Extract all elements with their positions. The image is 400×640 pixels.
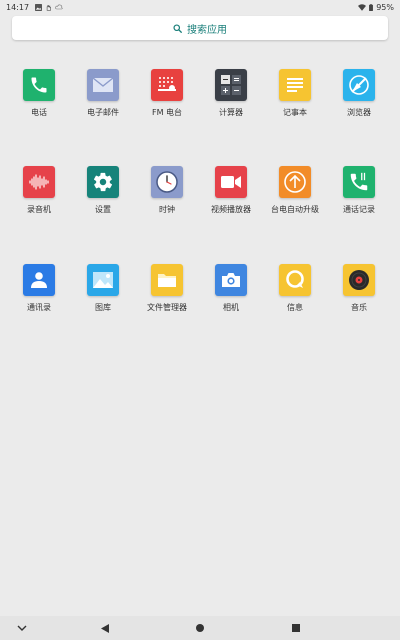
app-label: 电话 — [31, 108, 47, 117]
app-label: 文件管理器 — [147, 303, 187, 312]
video-camera-icon — [215, 166, 247, 198]
app-label: 台电自动升级 — [271, 205, 319, 214]
app-label: 通话记录 — [343, 205, 375, 214]
app-label: 相机 — [223, 303, 239, 312]
browser-icon — [343, 69, 375, 101]
app-label: 信息 — [287, 303, 303, 312]
navigation-bar — [0, 616, 400, 640]
app-label: 通讯录 — [27, 303, 51, 312]
radio-icon — [151, 69, 183, 101]
recents-icon[interactable] — [288, 620, 304, 636]
app-gallery[interactable]: 图库 — [71, 264, 135, 313]
app-label: 图库 — [95, 303, 111, 312]
app-contacts[interactable]: 通讯录 — [7, 264, 71, 313]
clock-icon — [151, 166, 183, 198]
message-bubble-icon — [279, 264, 311, 296]
app-music[interactable]: 音乐 — [327, 264, 391, 313]
app-label: 录音机 — [27, 205, 51, 214]
camera-icon — [215, 264, 247, 296]
chevron-down-icon[interactable] — [14, 620, 30, 636]
app-auto-update[interactable]: 台电自动升级 — [263, 166, 327, 215]
contacts-icon — [23, 264, 55, 296]
phone-icon — [23, 69, 55, 101]
app-call-log[interactable]: 通话记录 — [327, 166, 391, 215]
calculator-icon — [215, 69, 247, 101]
app-label: 电子邮件 — [87, 108, 119, 117]
app-clock[interactable]: 时钟 — [135, 166, 199, 215]
email-icon — [87, 69, 119, 101]
app-browser[interactable]: 浏览器 — [327, 69, 391, 118]
app-grid: 电话 电子邮件 FM 电台 计算器 记事本 浏览器 录音机 设置 时钟 视频播放… — [0, 0, 400, 600]
app-phone[interactable]: 电话 — [7, 69, 71, 118]
upgrade-arrow-icon — [279, 166, 311, 198]
gear-icon — [87, 166, 119, 198]
app-messages[interactable]: 信息 — [263, 264, 327, 313]
app-label: FM 电台 — [151, 108, 183, 117]
app-label: 设置 — [95, 205, 111, 214]
app-video-player[interactable]: 视频播放器 — [199, 166, 263, 215]
app-calculator[interactable]: 计算器 — [199, 69, 263, 118]
app-label: 计算器 — [219, 108, 243, 117]
home-icon[interactable] — [192, 620, 208, 636]
app-camera[interactable]: 相机 — [199, 264, 263, 313]
back-icon[interactable] — [97, 620, 113, 636]
app-email[interactable]: 电子邮件 — [71, 69, 135, 118]
app-label: 时钟 — [159, 205, 175, 214]
notepad-icon — [279, 69, 311, 101]
vinyl-record-icon — [343, 264, 375, 296]
recorder-icon — [23, 166, 55, 198]
app-settings[interactable]: 设置 — [71, 166, 135, 215]
app-label: 浏览器 — [347, 108, 371, 117]
app-file-manager[interactable]: 文件管理器 — [135, 264, 199, 313]
app-notepad[interactable]: 记事本 — [263, 69, 327, 118]
app-label: 视频播放器 — [211, 205, 251, 214]
app-label: 记事本 — [283, 108, 307, 117]
gallery-icon — [87, 264, 119, 296]
app-label: 音乐 — [351, 303, 367, 312]
app-recorder[interactable]: 录音机 — [7, 166, 71, 215]
call-log-icon — [343, 166, 375, 198]
app-fm-radio[interactable]: FM 电台 — [135, 69, 199, 118]
folder-icon — [151, 264, 183, 296]
